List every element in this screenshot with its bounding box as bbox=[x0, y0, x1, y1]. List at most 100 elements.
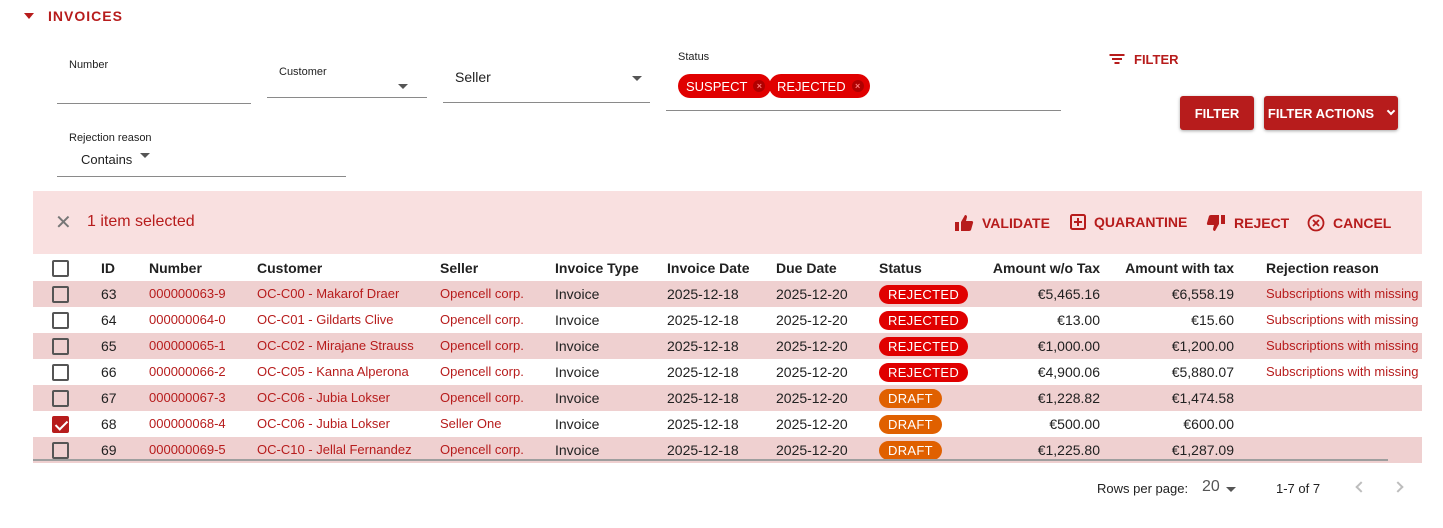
col-header-rejection-reason[interactable]: Rejection reason bbox=[1266, 255, 1379, 281]
table-row[interactable]: 64 000000064-0 OC-C01 - Gildarts Clive Open… bbox=[33, 307, 1422, 333]
cell-customer-link[interactable]: OC-C00 - Makarof Draer bbox=[257, 281, 399, 307]
col-header-seller[interactable]: Seller bbox=[440, 255, 478, 281]
row-checkbox[interactable] bbox=[52, 390, 69, 407]
col-header-amount-with-tax[interactable]: Amount with tax bbox=[1105, 255, 1234, 281]
cell-number-link[interactable]: 000000066-2 bbox=[149, 359, 226, 385]
table-row[interactable]: 66 000000066-2 OC-C05 - Kanna Alperona Open… bbox=[33, 359, 1422, 385]
status-badge: DRAFT bbox=[879, 415, 942, 434]
rejection-operator[interactable]: Contains bbox=[81, 152, 132, 167]
rejection-reason-label: Rejection reason bbox=[69, 132, 152, 144]
col-header-due-date[interactable]: Due Date bbox=[776, 255, 837, 281]
status-chip-suspect[interactable]: SUSPECT × bbox=[678, 74, 772, 98]
filter-button[interactable]: FILTER bbox=[1180, 96, 1254, 130]
cell-amount-with-tax: €1,474.58 bbox=[1171, 390, 1234, 406]
next-page-icon[interactable] bbox=[1392, 481, 1404, 493]
col-header-status[interactable]: Status bbox=[879, 255, 922, 281]
col-header-id[interactable]: ID bbox=[101, 255, 115, 281]
validate-button[interactable]: VALIDATE bbox=[954, 214, 1050, 232]
cell-seller-link[interactable]: Seller One bbox=[440, 411, 501, 437]
chevron-down-icon[interactable] bbox=[140, 153, 150, 158]
cell-number-link[interactable]: 000000064-0 bbox=[149, 307, 226, 333]
status-badge: DRAFT bbox=[879, 441, 942, 460]
cell-number-link[interactable]: 000000063-9 bbox=[149, 281, 226, 307]
quarantine-button[interactable]: QUARANTINE bbox=[1070, 214, 1187, 230]
row-checkbox[interactable] bbox=[52, 442, 69, 459]
cell-number-link[interactable]: 000000067-3 bbox=[149, 385, 226, 411]
chevron-down-icon[interactable] bbox=[1226, 487, 1236, 492]
cell-invoice-date: 2025-12-18 bbox=[667, 312, 739, 328]
table-header: ID Number Customer Seller Invoice Type I… bbox=[33, 255, 1422, 281]
chevron-down-icon bbox=[632, 76, 642, 81]
number-label: Number bbox=[69, 59, 109, 71]
cell-seller-link[interactable]: Opencell corp. bbox=[440, 307, 524, 333]
filter-list-icon bbox=[1109, 54, 1124, 65]
row-checkbox[interactable] bbox=[52, 364, 69, 381]
col-header-number[interactable]: Number bbox=[149, 255, 202, 281]
col-header-invoice-type[interactable]: Invoice Type bbox=[555, 255, 639, 281]
table-row[interactable]: 68 000000068-4 OC-C06 - Jubia Lokser Seller… bbox=[33, 411, 1422, 437]
cell-id: 67 bbox=[101, 390, 117, 406]
status-chip-rejected[interactable]: REJECTED × bbox=[769, 74, 870, 98]
cell-amount-with-tax: €6,558.19 bbox=[1171, 286, 1234, 302]
selection-toolbar: ✕ 1 item selected VALIDATE QUARANTINE RE… bbox=[33, 191, 1422, 254]
cell-customer-link[interactable]: OC-C05 - Kanna Alperona bbox=[257, 359, 409, 385]
cell-seller-link[interactable]: Opencell corp. bbox=[440, 385, 524, 411]
col-header-amount-wo-tax[interactable]: Amount w/o Tax bbox=[973, 255, 1100, 281]
cell-invoice-date: 2025-12-18 bbox=[667, 390, 739, 406]
cell-due-date: 2025-12-20 bbox=[776, 338, 848, 354]
add-box-icon bbox=[1070, 214, 1086, 230]
cell-customer-link[interactable]: OC-C06 - Jubia Lokser bbox=[257, 411, 390, 437]
cell-customer-link[interactable]: OC-C06 - Jubia Lokser bbox=[257, 385, 390, 411]
cell-customer-link[interactable]: OC-C01 - Gildarts Clive bbox=[257, 307, 394, 333]
cell-id: 64 bbox=[101, 312, 117, 328]
cell-id: 63 bbox=[101, 286, 117, 302]
number-field[interactable]: Number bbox=[57, 58, 251, 104]
cell-invoice-date: 2025-12-18 bbox=[667, 338, 739, 354]
cell-seller-link[interactable]: Opencell corp. bbox=[440, 359, 524, 385]
cell-number-link[interactable]: 000000068-4 bbox=[149, 411, 226, 437]
status-badge: REJECTED bbox=[879, 311, 969, 330]
rejection-reason-field[interactable]: Rejection reason Contains bbox=[57, 130, 346, 177]
cell-due-date: 2025-12-20 bbox=[776, 286, 848, 302]
close-icon[interactable]: ✕ bbox=[55, 213, 72, 233]
horizontal-scrollbar[interactable] bbox=[33, 459, 1388, 461]
filter-toggle-link[interactable]: FILTER bbox=[1109, 52, 1179, 67]
filter-actions-button[interactable]: FILTER ACTIONS bbox=[1264, 96, 1398, 130]
cell-id: 65 bbox=[101, 338, 117, 354]
cancel-button[interactable]: CANCEL bbox=[1307, 214, 1391, 232]
row-checkbox[interactable] bbox=[52, 338, 69, 355]
customer-select[interactable]: Customer bbox=[267, 64, 427, 98]
customer-label: Customer bbox=[279, 66, 327, 78]
reject-button[interactable]: REJECT bbox=[1206, 214, 1289, 232]
cell-due-date: 2025-12-20 bbox=[776, 416, 848, 432]
row-checkbox[interactable] bbox=[52, 312, 69, 329]
caret-down-icon bbox=[24, 13, 34, 19]
table-row[interactable]: 65 000000065-1 OC-C02 - Mirajane Strauss Op… bbox=[33, 333, 1422, 359]
col-header-invoice-date[interactable]: Invoice Date bbox=[667, 255, 749, 281]
row-checkbox[interactable] bbox=[52, 416, 69, 433]
status-badge: REJECTED bbox=[879, 285, 969, 304]
status-badge: REJECTED bbox=[879, 363, 969, 382]
table-row[interactable]: 63 000000063-9 OC-C00 - Makarof Draer Openc… bbox=[33, 281, 1422, 307]
cell-invoice-type: Invoice bbox=[555, 286, 600, 302]
invoices-table: ID Number Customer Seller Invoice Type I… bbox=[33, 255, 1422, 463]
cell-rejection-reason bbox=[1266, 411, 1422, 437]
remove-chip-icon[interactable]: × bbox=[753, 80, 766, 92]
cell-number-link[interactable]: 000000065-1 bbox=[149, 333, 226, 359]
remove-chip-icon[interactable]: × bbox=[851, 80, 864, 92]
col-header-customer[interactable]: Customer bbox=[257, 255, 322, 281]
rows-per-page-select[interactable]: 20 bbox=[1202, 478, 1220, 496]
cell-rejection-reason bbox=[1266, 385, 1422, 411]
select-all-checkbox[interactable] bbox=[52, 260, 69, 277]
row-checkbox[interactable] bbox=[52, 286, 69, 303]
previous-page-icon[interactable] bbox=[1355, 481, 1367, 493]
invoices-section-toggle[interactable]: INVOICES bbox=[24, 8, 123, 24]
cell-seller-link[interactable]: Opencell corp. bbox=[440, 333, 524, 359]
cell-seller-link[interactable]: Opencell corp. bbox=[440, 281, 524, 307]
cell-rejection-reason: Subscriptions with missing bbox=[1266, 364, 1419, 379]
cell-id: 68 bbox=[101, 416, 117, 432]
cell-rejection-reason: Subscriptions with missing bbox=[1266, 286, 1419, 301]
cell-customer-link[interactable]: OC-C02 - Mirajane Strauss bbox=[257, 333, 414, 359]
seller-select[interactable]: Seller bbox=[443, 62, 650, 103]
table-row[interactable]: 67 000000067-3 OC-C06 - Jubia Lokser Opence… bbox=[33, 385, 1422, 411]
